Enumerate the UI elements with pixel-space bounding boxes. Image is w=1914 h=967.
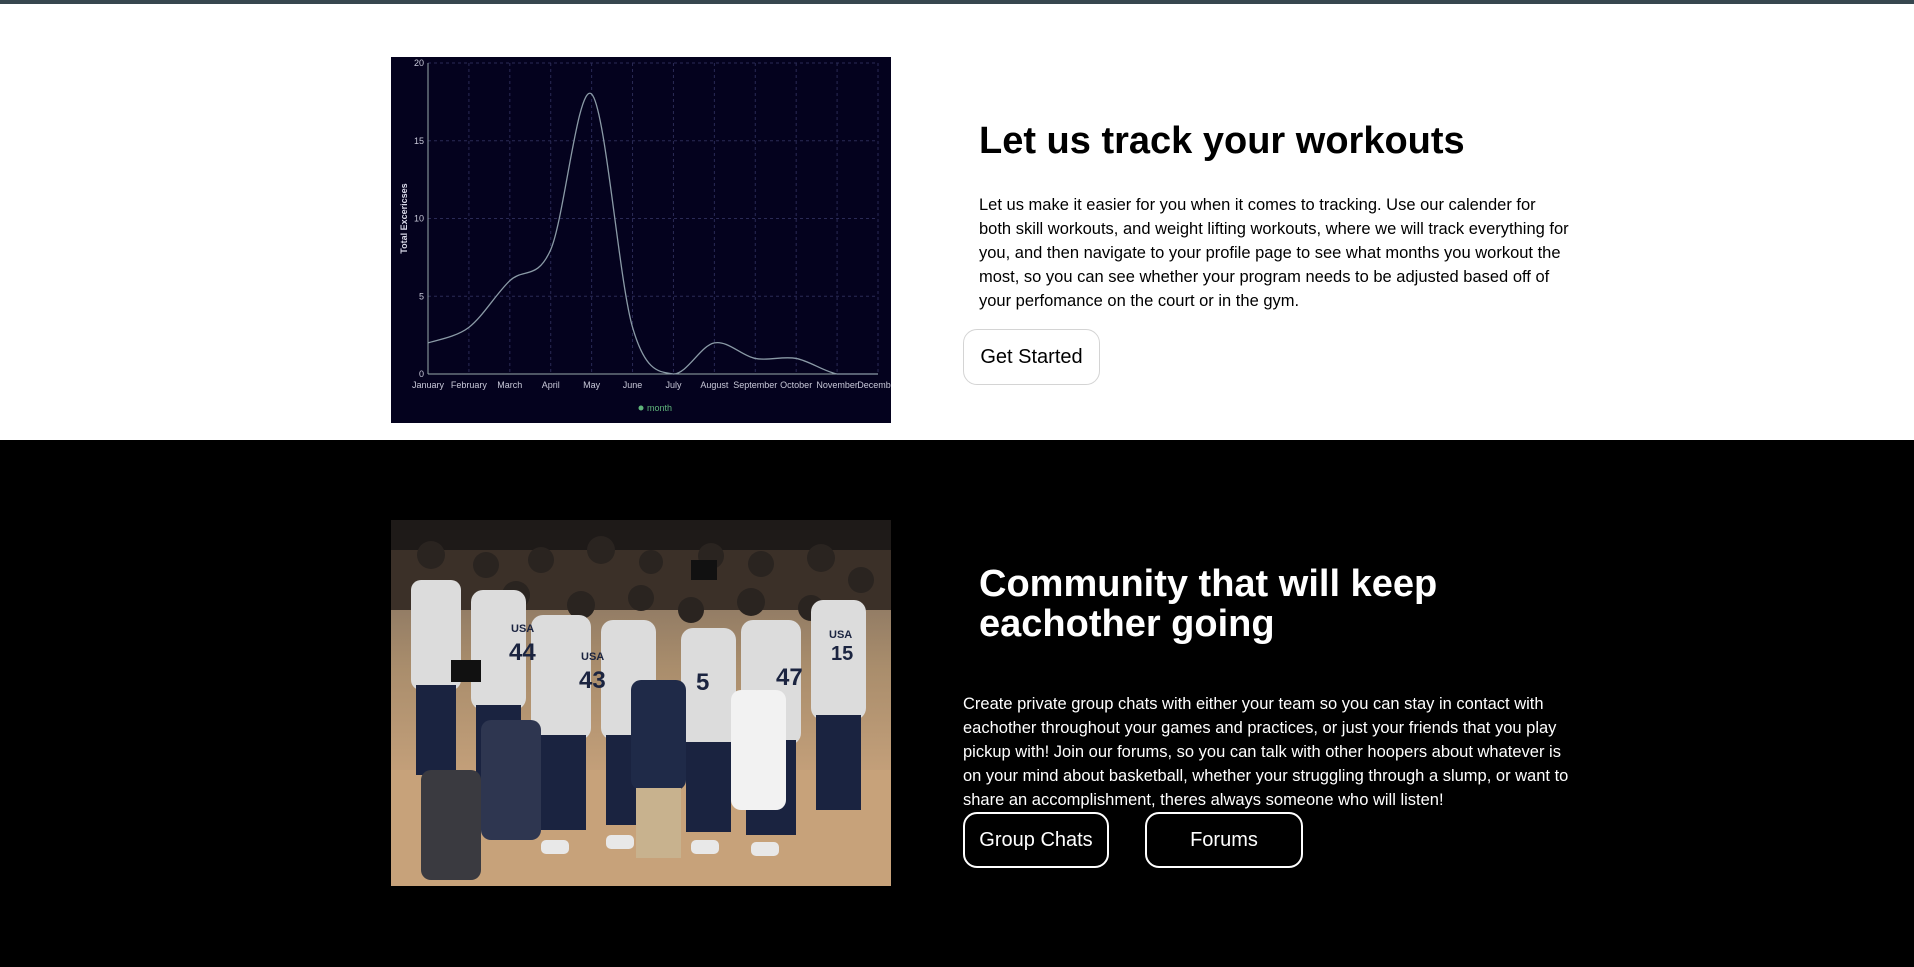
workout-chart-image: 0 5 10 15 20 January February March April May June… xyxy=(391,57,891,423)
chart-y-tick-label: 0 xyxy=(419,369,424,379)
chart-x-tick-label: June xyxy=(623,380,643,390)
chart-series-line xyxy=(427,92,878,375)
chart-y-tick-label: 20 xyxy=(414,58,424,68)
chart-y-tick-label: 15 xyxy=(414,136,424,146)
group-chats-button[interactable]: Group Chats xyxy=(963,812,1109,868)
team-huddle-photo: USA 44 USA 43 5 47 USA 15 xyxy=(391,520,891,886)
jersey-text: USA xyxy=(581,651,604,663)
chart-x-tick-label: April xyxy=(542,380,560,390)
workouts-section xyxy=(0,4,1914,440)
chart-x-tick-label: January xyxy=(412,380,445,390)
jersey-number-44: 44 xyxy=(509,639,536,666)
jersey-number-5: 5 xyxy=(696,669,709,696)
workouts-title: Let us track your workouts xyxy=(979,120,1465,162)
community-section xyxy=(0,440,1914,967)
workouts-description: Let us make it easier for you when it co… xyxy=(979,196,1569,310)
team-huddle-illustration: USA 44 USA 43 5 47 USA 15 xyxy=(391,520,891,886)
chart-y-axis-label: Total Excericses xyxy=(399,183,409,253)
chart-y-tick-label: 5 xyxy=(419,291,424,301)
chart-y-tick-label: 10 xyxy=(414,214,424,224)
chart-x-tick-label: December xyxy=(857,380,891,390)
chart-legend-marker xyxy=(638,405,644,411)
chart-x-tick-label: July xyxy=(665,380,682,390)
chart-x-tick-label: September xyxy=(733,380,777,390)
community-title: Community that will keep eachother going xyxy=(979,563,1438,645)
chart-x-tick-label: May xyxy=(583,380,601,390)
chart-legend-label: month xyxy=(647,403,672,413)
chart-x-tick-label: March xyxy=(497,380,522,390)
jersey-number-43: 43 xyxy=(579,667,606,694)
get-started-button[interactable]: Get Started xyxy=(963,329,1100,385)
jersey-text: USA xyxy=(511,623,534,635)
chart-x-tick-label: August xyxy=(700,380,729,390)
jersey-text: USA xyxy=(829,629,852,641)
jersey-number-15: 15 xyxy=(831,643,853,665)
forums-button[interactable]: Forums xyxy=(1145,812,1303,868)
chart-x-tick-label: February xyxy=(451,380,488,390)
workout-line-chart: 0 5 10 15 20 January February March April May June… xyxy=(399,58,891,413)
community-description: Create private group chats with either y… xyxy=(963,695,1569,809)
camera-icon xyxy=(691,560,717,580)
camera-icon xyxy=(451,660,481,682)
chart-x-tick-label: November xyxy=(816,380,858,390)
chart-x-tick-label: October xyxy=(780,380,812,390)
jersey-number-47: 47 xyxy=(776,664,803,691)
